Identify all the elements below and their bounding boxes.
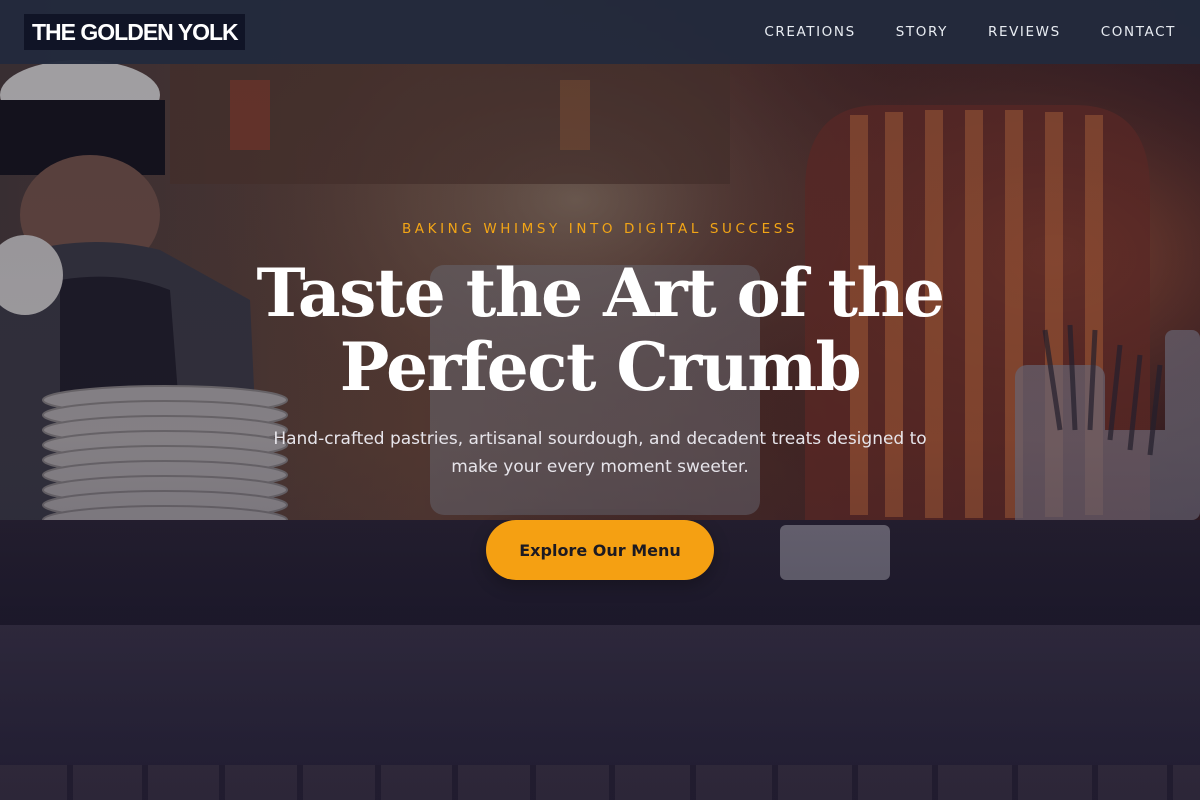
hero-headline-line-1: Taste the Art of the [256,254,945,332]
hero-headline: Taste the Art of the Perfect Crumb [200,256,1000,404]
hero-headline-line-2: Perfect Crumb [339,328,862,406]
explore-menu-button[interactable]: Explore Our Menu [486,520,714,580]
hero-subtitle: Hand-crafted pastries, artisanal sourdou… [273,429,927,477]
site-header: THE GOLDEN YOLK CREATIONS STORY REVIEWS … [0,0,1200,64]
hero-eyebrow: BAKING WHIMSY INTO DIGITAL SUCCESS [401,221,799,237]
nav-link-creations[interactable]: CREATIONS [764,24,855,40]
logo[interactable]: THE GOLDEN YOLK [24,14,245,50]
hero-section: BAKING WHIMSY INTO DIGITAL SUCCESS Taste… [0,64,1200,800]
nav-link-contact[interactable]: CONTACT [1101,24,1176,40]
nav-link-story[interactable]: STORY [896,24,948,40]
main-nav: CREATIONS STORY REVIEWS CONTACT [724,24,1176,40]
nav-link-reviews[interactable]: REVIEWS [988,24,1061,40]
page: THE GOLDEN YOLK CREATIONS STORY REVIEWS … [0,0,1200,800]
